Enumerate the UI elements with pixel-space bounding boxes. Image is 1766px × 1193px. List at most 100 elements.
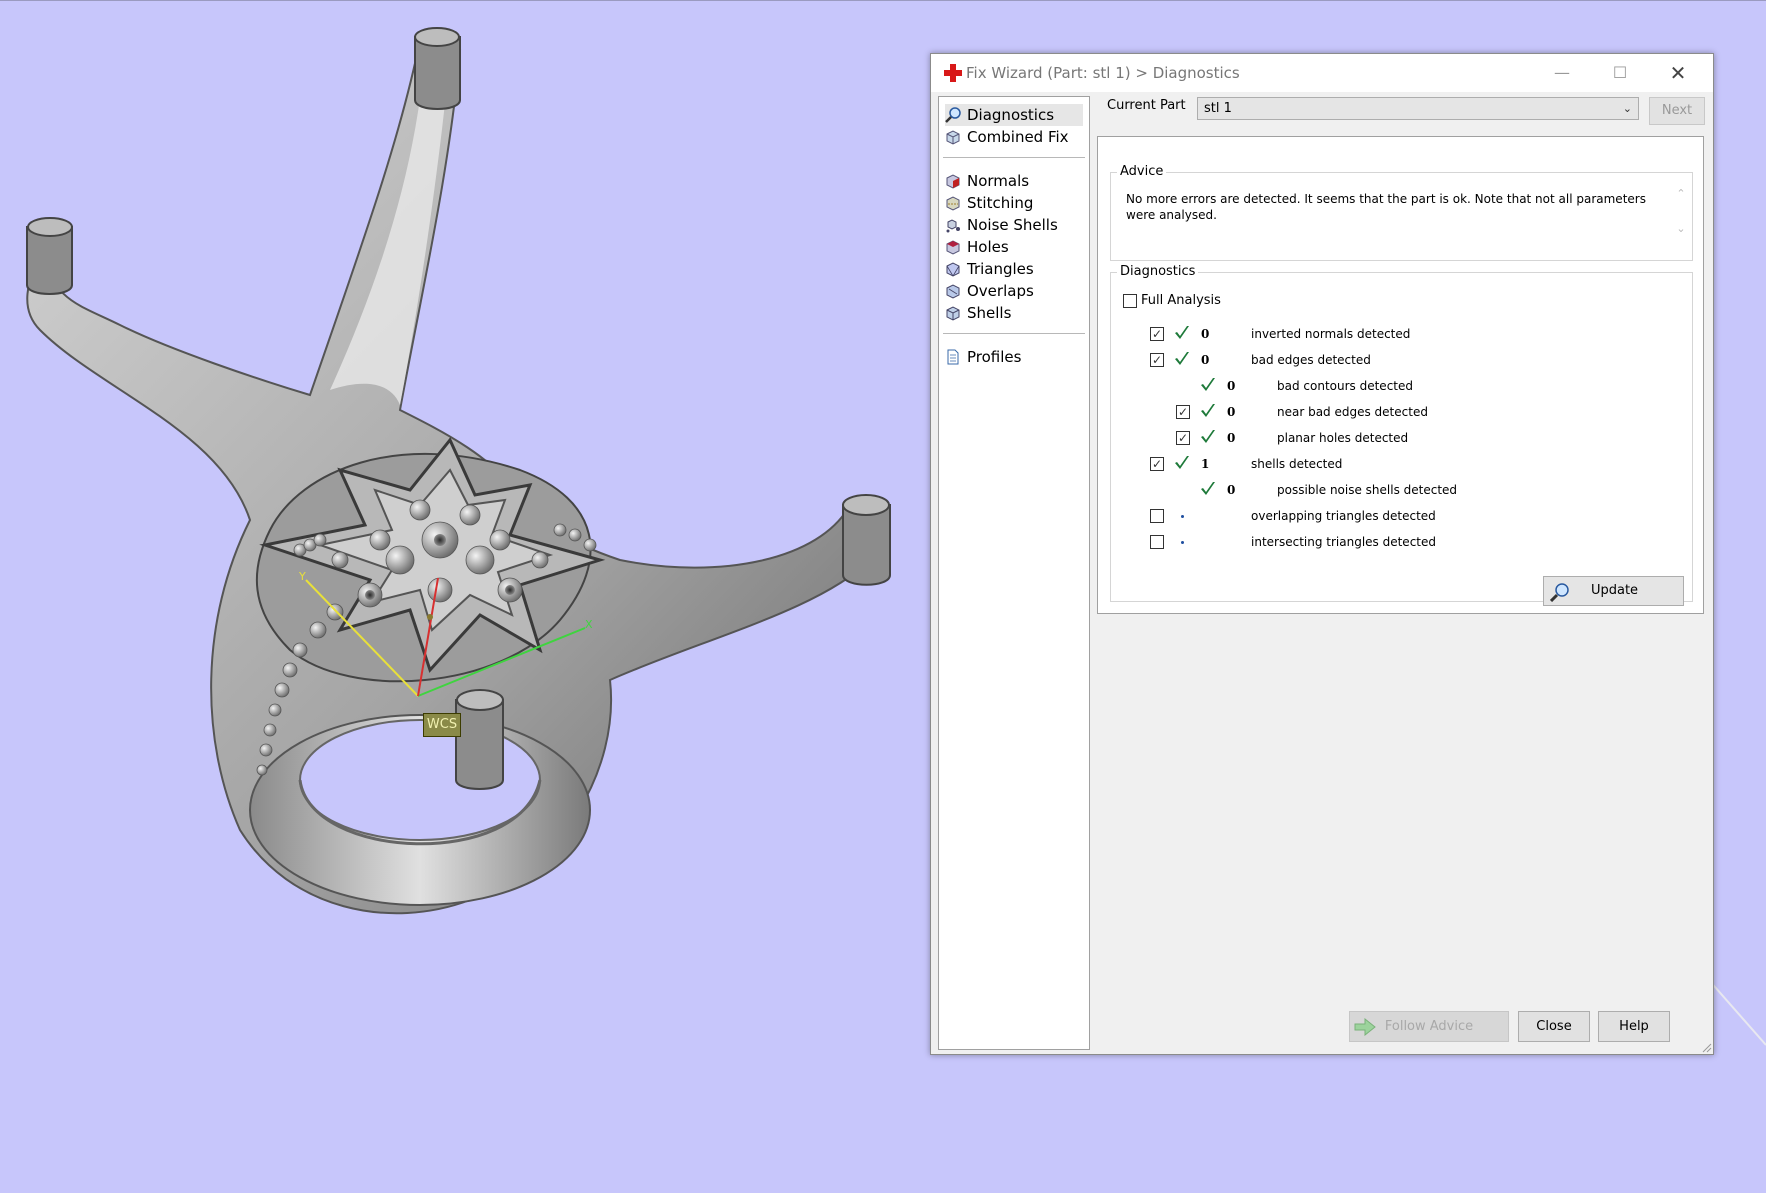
scroll-up-icon[interactable]: ⌃ — [1674, 187, 1688, 200]
sidebar-item-label: Combined Fix — [967, 128, 1069, 146]
sidebar-item-label: Holes — [967, 238, 1009, 256]
scroll-down-icon[interactable]: ⌄ — [1674, 222, 1688, 235]
overlaps-cube-icon — [946, 284, 960, 299]
update-button[interactable]: Update — [1543, 576, 1684, 606]
sidebar-item-noise-shells[interactable]: Noise Shells — [945, 214, 1083, 236]
wizard-sidebar: Diagnostics Combined Fix Normals Stitchi… — [938, 96, 1090, 1050]
pending-dot-icon — [1181, 515, 1184, 518]
follow-advice-button[interactable]: Follow Advice — [1349, 1011, 1509, 1042]
triangles-cube-icon — [946, 262, 960, 277]
sidebar-item-label: Profiles — [967, 348, 1022, 366]
full-analysis-checkbox[interactable] — [1123, 294, 1137, 308]
advice-legend: Advice — [1117, 163, 1167, 181]
row-checkbox[interactable] — [1150, 535, 1164, 549]
sidebar-divider — [943, 157, 1085, 158]
sidebar-item-triangles[interactable]: Triangles — [945, 258, 1083, 280]
title-bar[interactable]: Fix Wizard (Part: stl 1) > Diagnostics —… — [931, 54, 1713, 92]
magnifier-icon — [945, 107, 961, 123]
sidebar-item-overlaps[interactable]: Overlaps — [945, 280, 1083, 302]
row-text: overlapping triangles detected — [1251, 509, 1436, 523]
help-button[interactable]: Help — [1598, 1011, 1670, 1042]
full-analysis-label: Full Analysis — [1141, 293, 1221, 308]
document-icon — [947, 349, 959, 365]
diagnostic-row: ✓ 0 planar holes detected — [1111, 428, 1671, 448]
minimize-button[interactable]: — — [1533, 54, 1591, 92]
row-text: inverted normals detected — [1251, 327, 1411, 341]
noise-shells-icon — [946, 219, 960, 233]
close-window-button[interactable]: ✕ — [1649, 54, 1707, 92]
row-checkbox[interactable]: ✓ — [1176, 405, 1190, 419]
row-count: 1 — [1201, 457, 1210, 471]
red-cross-icon — [944, 64, 962, 82]
checkmark-icon — [1201, 378, 1215, 391]
shells-cube-icon — [946, 306, 960, 321]
checkmark-icon — [1175, 352, 1189, 365]
sidebar-divider — [943, 333, 1085, 334]
row-count: 0 — [1201, 327, 1210, 341]
diagnostic-row: intersecting triangles detected — [1111, 532, 1671, 552]
checkmark-icon — [1201, 430, 1215, 443]
wcs-label: WCS — [423, 713, 461, 737]
sidebar-item-normals[interactable]: Normals — [945, 170, 1083, 192]
right-arrow-icon — [1354, 1018, 1376, 1036]
diagnostic-row: ✓ 1 shells detected — [1111, 454, 1671, 474]
normals-cube-icon — [946, 174, 960, 189]
svg-text:Y: Y — [298, 570, 306, 583]
diagnostic-row: 0 possible noise shells detected — [1111, 480, 1671, 500]
diagnostics-legend: Diagnostics — [1117, 263, 1199, 281]
row-text: bad contours detected — [1277, 379, 1413, 393]
close-button[interactable]: Close — [1518, 1011, 1590, 1042]
follow-advice-label: Follow Advice — [1384, 1019, 1474, 1034]
row-checkbox[interactable]: ✓ — [1176, 431, 1190, 445]
row-text: bad edges detected — [1251, 353, 1371, 367]
sidebar-item-label: Shells — [967, 304, 1012, 322]
sidebar-item-label: Triangles — [967, 260, 1034, 278]
checkmark-icon — [1201, 404, 1215, 417]
checkmark-icon — [1175, 326, 1189, 339]
advice-scrollbar[interactable]: ⌃ ⌄ — [1674, 187, 1688, 247]
diagnostic-row: overlapping triangles detected — [1111, 506, 1671, 526]
svg-text:X: X — [585, 618, 593, 631]
pending-dot-icon — [1181, 541, 1184, 544]
sidebar-item-profiles[interactable]: Profiles — [945, 346, 1083, 368]
row-count: 0 — [1227, 483, 1236, 497]
fix-wizard-dialog: Fix Wizard (Part: stl 1) > Diagnostics —… — [930, 53, 1714, 1055]
checkmark-icon — [1175, 456, 1189, 469]
diagnostic-row: ✓ 0 inverted normals detected — [1111, 324, 1671, 344]
row-text: possible noise shells detected — [1277, 483, 1458, 497]
row-text: planar holes detected — [1277, 431, 1409, 445]
row-count: 0 — [1227, 431, 1236, 445]
row-checkbox[interactable]: ✓ — [1150, 457, 1164, 471]
sidebar-item-label: Overlaps — [967, 282, 1034, 300]
sidebar-item-holes[interactable]: Holes — [945, 236, 1083, 258]
cube-icon — [946, 130, 960, 145]
sidebar-item-combined-fix[interactable]: Combined Fix — [945, 126, 1083, 148]
sidebar-item-stitching[interactable]: Stitching — [945, 192, 1083, 214]
diagnostic-row: 0 bad contours detected — [1111, 376, 1671, 396]
row-text: shells detected — [1251, 457, 1343, 471]
holes-cube-icon — [946, 240, 960, 255]
resize-grip-icon[interactable] — [1700, 1041, 1712, 1053]
row-checkbox[interactable]: ✓ — [1150, 353, 1164, 367]
sidebar-item-label: Noise Shells — [967, 216, 1058, 234]
row-count: 0 — [1227, 405, 1236, 419]
sidebar-item-diagnostics[interactable]: Diagnostics — [945, 104, 1083, 126]
row-checkbox[interactable]: ✓ — [1150, 327, 1164, 341]
stitching-cube-icon — [946, 196, 960, 211]
row-checkbox[interactable] — [1150, 509, 1164, 523]
row-count: 0 — [1227, 379, 1236, 393]
sidebar-item-shells[interactable]: Shells — [945, 302, 1083, 324]
sidebar-item-label: Normals — [967, 172, 1030, 190]
diagnostics-panel: Advice No more errors are detected. It s… — [1097, 136, 1704, 614]
row-text: near bad edges detected — [1277, 405, 1428, 419]
current-part-select[interactable]: stl 1 ⌄ — [1197, 97, 1639, 120]
advice-group: Advice No more errors are detected. It s… — [1110, 163, 1693, 261]
window-title: Fix Wizard (Part: stl 1) > Diagnostics — [966, 64, 1240, 82]
diagnostic-row: ✓ 0 bad edges detected — [1111, 350, 1671, 370]
current-part-value: stl 1 — [1204, 101, 1232, 116]
advice-text: No more errors are detected. It seems th… — [1126, 192, 1646, 222]
row-text: intersecting triangles detected — [1251, 535, 1436, 549]
next-button[interactable]: Next — [1649, 97, 1705, 125]
maximize-button[interactable]: ☐ — [1591, 54, 1649, 92]
current-part-label: Current Part — [1107, 98, 1186, 113]
